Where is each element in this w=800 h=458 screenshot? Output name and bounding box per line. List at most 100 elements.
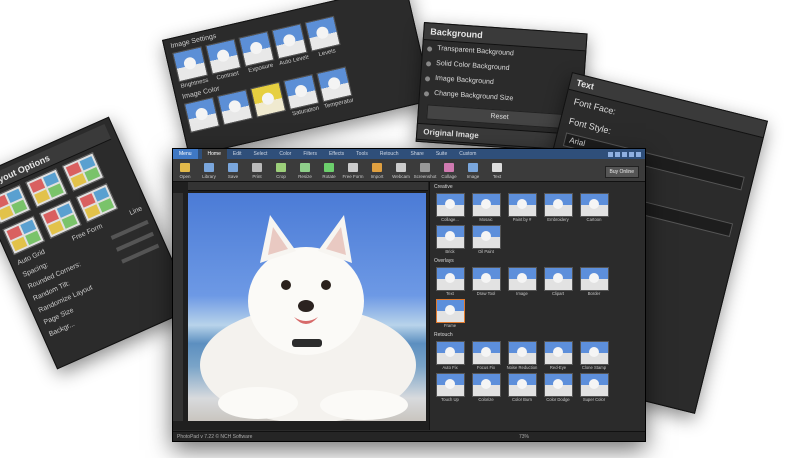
tab-tools[interactable]: Tools (350, 149, 374, 159)
focus-fix-label: Focus Fix (476, 365, 496, 370)
image-overlay-thumb (507, 267, 537, 291)
frame-thumb (435, 299, 465, 323)
paint-by-number-effect[interactable]: Paint by # (505, 193, 539, 222)
collage-thumb (435, 193, 465, 217)
auto-fix-label: Auto Fix (442, 365, 458, 370)
levels-thumb[interactable] (304, 15, 341, 52)
folder-icon (180, 163, 190, 172)
saturation-thumb[interactable] (283, 74, 320, 110)
colorize-thumb (471, 373, 501, 397)
tab-color[interactable]: Color (273, 149, 297, 159)
image-label: Image (466, 174, 480, 179)
super-color-label: Super Color (582, 397, 606, 402)
draw-tool-thumb (471, 267, 501, 291)
auto-levels-thumb[interactable] (271, 23, 308, 60)
like-icon[interactable] (608, 151, 613, 157)
import-button[interactable]: Import (365, 163, 389, 181)
resize-button[interactable]: Resize (293, 163, 317, 181)
status-bar: PhotoPad v 7.22 © NCH Software 73% (173, 431, 645, 441)
color-thumb-1[interactable] (183, 96, 220, 133)
color-thumb-2[interactable] (217, 89, 254, 126)
menu-button[interactable]: Menu (173, 149, 198, 159)
frame-overlay[interactable]: Frame (433, 299, 467, 328)
mosaic-label: Mosaic (479, 217, 493, 222)
ruler-top (188, 182, 428, 191)
buy-online-button[interactable]: Buy Online (604, 166, 639, 178)
color-dodge-tool[interactable]: Color Dodge (541, 373, 575, 402)
brightness-thumb[interactable] (172, 46, 209, 83)
clipart-overlay[interactable]: Clipart (541, 267, 575, 296)
layout-thumb-4[interactable] (2, 215, 46, 256)
border-overlay[interactable]: Border (577, 267, 611, 296)
touch-up-tool[interactable]: Touch Up (433, 373, 467, 402)
draw-tool-overlay[interactable]: Draw Tool (469, 267, 503, 296)
noise-reduction-tool[interactable]: Noise Reduction (505, 341, 539, 370)
color-burn-tool[interactable]: Color Burn (505, 373, 539, 402)
help-icon[interactable] (636, 151, 641, 157)
cartoon-effect[interactable]: Cartoon (577, 193, 611, 222)
photo-canvas[interactable] (188, 193, 426, 421)
text-button[interactable]: Text (485, 163, 509, 181)
image-icon (468, 163, 478, 172)
tab-filters[interactable]: Filters (297, 149, 323, 159)
collage-button[interactable]: Collage (437, 163, 461, 181)
exposure-thumb[interactable] (238, 30, 275, 67)
open-button[interactable]: Open (173, 163, 197, 181)
oil-paint-thumb (471, 225, 501, 249)
layout-thumb-6[interactable] (75, 183, 119, 223)
color-burn-label: Color Burn (511, 397, 532, 402)
youtube-icon[interactable] (629, 151, 634, 157)
tab-share[interactable]: Share (404, 149, 429, 159)
layout-thumb-5[interactable] (39, 199, 82, 239)
tab-retouch[interactable]: Retouch (374, 149, 405, 159)
ribbon-tabs: Menu Home Edit Select Color Filters Effe… (173, 149, 645, 159)
red-eye-label: Red-Eye (549, 365, 567, 370)
focus-fix-tool[interactable]: Focus Fix (469, 341, 503, 370)
tab-suite[interactable]: Suite (430, 149, 453, 159)
border-thumb (579, 267, 609, 291)
tab-effects[interactable]: Effects (323, 149, 350, 159)
clipart-thumb (543, 267, 573, 291)
save-button[interactable]: Save (221, 163, 245, 181)
tab-custom[interactable]: Custom (453, 149, 482, 159)
clone-stamp-thumb (579, 341, 609, 365)
colorize-tool[interactable]: Colorize (469, 373, 503, 402)
twitter-icon[interactable] (622, 151, 627, 157)
color-thumb-3[interactable] (250, 81, 287, 118)
tab-edit[interactable]: Edit (227, 149, 248, 159)
zoom-level[interactable]: 73% (519, 434, 641, 440)
screenshot-button[interactable]: Screenshot (413, 163, 437, 181)
rotate-icon (324, 163, 334, 172)
library-button[interactable]: Library (197, 163, 221, 181)
collage-effect[interactable]: Collage... (433, 193, 467, 222)
puppy-photo (200, 215, 416, 421)
facebook-icon[interactable] (615, 151, 620, 157)
webcam-icon (396, 163, 406, 172)
free-form-button[interactable]: Free Form (341, 163, 365, 181)
import-label: Import (370, 174, 384, 179)
image-overlay-label: Image (516, 291, 528, 296)
contrast-thumb[interactable] (205, 38, 242, 75)
text-overlay-label: Text (446, 291, 454, 296)
brick-effect[interactable]: Brick (433, 225, 467, 254)
webcam-button[interactable]: Webcam (389, 163, 413, 181)
noise-reduction-label: Noise Reduction (506, 365, 538, 370)
embroidery-effect[interactable]: Embroidery (541, 193, 575, 222)
super-color-tool[interactable]: Super Color (577, 373, 611, 402)
clone-stamp-tool[interactable]: Clone Stamp (577, 341, 611, 370)
red-eye-tool[interactable]: Red-Eye (541, 341, 575, 370)
rotate-button[interactable]: Rotate (317, 163, 341, 181)
paint-by-number-thumb (507, 193, 537, 217)
print-button[interactable]: Print (245, 163, 269, 181)
auto-fix-tool[interactable]: Auto Fix (433, 341, 467, 370)
tab-select[interactable]: Select (247, 149, 273, 159)
tab-home[interactable]: Home (201, 149, 227, 159)
temperature-thumb[interactable] (316, 66, 353, 103)
mosaic-effect[interactable]: Mosaic (469, 193, 503, 222)
oil-paint-effect[interactable]: Oil Paint (469, 225, 503, 254)
image-overlay[interactable]: Image (505, 267, 539, 296)
resize-label: Resize (298, 174, 312, 179)
crop-button[interactable]: Crop (269, 163, 293, 181)
image-button[interactable]: Image (461, 163, 485, 181)
text-overlay[interactable]: Text (433, 267, 467, 296)
